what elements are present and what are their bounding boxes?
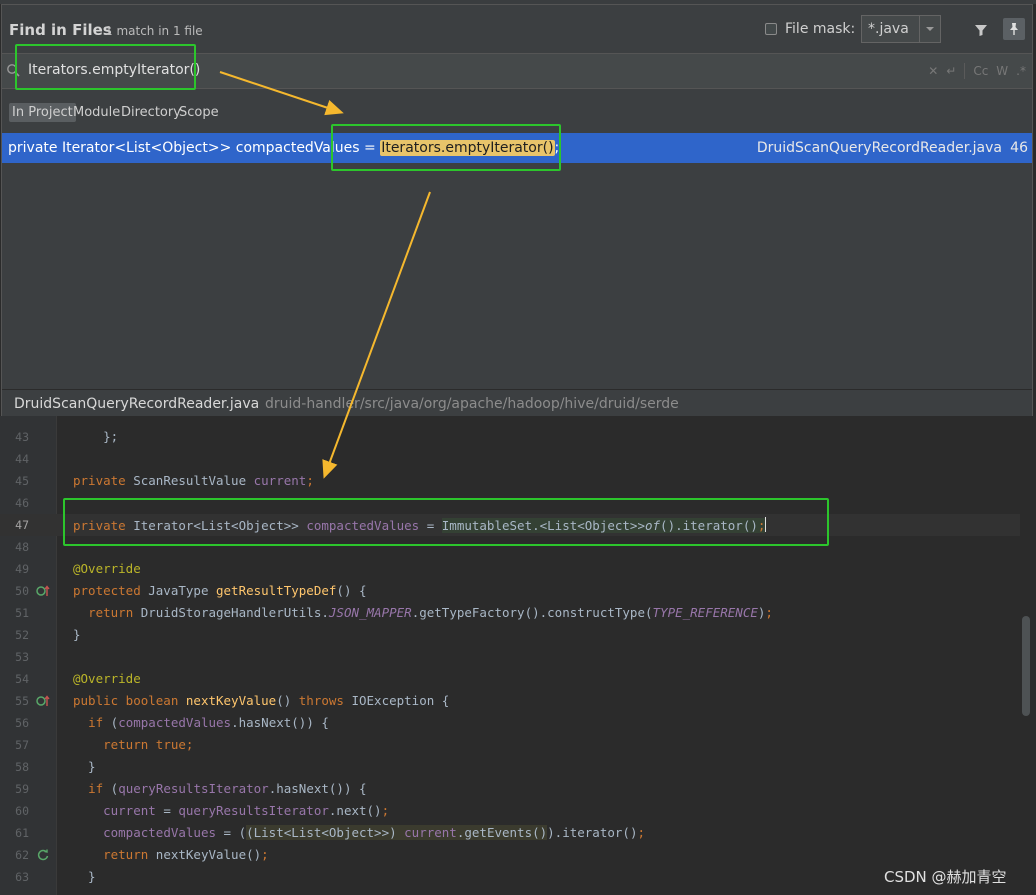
result-prefix: private Iterator<List<Object>> compacted… [8,140,381,156]
line-number: 56 [15,716,29,730]
line-number: 60 [15,804,29,818]
preview-file-path: druid-handler/src/java/org/apache/hadoop… [265,396,679,412]
result-file: DruidScanQueryRecordReader.java [756,140,1002,156]
file-mask-toggle[interactable]: File mask: [765,21,855,37]
code-text: } [73,627,81,642]
code-text: if (compactedValues.hasNext()) { [88,715,329,730]
search-options: ✕ ↵ Cc W .* [928,63,1026,79]
file-mask-value: *.java [868,21,909,37]
line-number: 44 [15,452,29,466]
line-number: 49 [15,562,29,576]
code-text: current = queryResultsIterator.next(); [103,803,390,818]
regex-toggle[interactable]: .* [1016,64,1026,78]
line-number: 63 [15,870,29,884]
line-number: 51 [15,606,29,620]
code-line: 44 [0,448,1020,470]
code-editor[interactable]: 43 }; 44 45 private ScanResultValue curr… [0,416,1036,895]
code-line: 49 @Override [0,558,1020,580]
pin-button[interactable] [1003,18,1025,40]
chevron-down-icon[interactable] [919,16,940,42]
editor-scrollbar[interactable] [1022,616,1030,716]
file-mask-combo[interactable]: *.java [861,15,941,43]
override-marker-icon[interactable] [36,584,50,598]
line-number: 62 [15,848,29,862]
code-line: 55 public boolean nextKeyValue() throws … [0,690,1020,712]
line-number: 46 [15,496,29,510]
code-line: 54 @Override [0,668,1020,690]
tab-directory[interactable]: Directory [118,103,184,122]
annotation-box-result [331,124,561,171]
filter-icon[interactable] [974,23,988,37]
line-number: 48 [15,540,29,554]
code-text: }; [73,429,119,444]
code-text: public boolean nextKeyValue() throws IOE… [73,693,450,708]
line-number: 58 [15,760,29,774]
tab-scope[interactable]: Scope [176,103,222,122]
code-line: 52 } [0,624,1020,646]
line-number: 47 [15,518,29,532]
match-count: 1 match in 1 file [105,24,203,38]
clear-icon[interactable]: ✕ [928,64,938,78]
code-line: 56 if (compactedValues.hasNext()) { [0,712,1020,734]
code-text: return nextKeyValue(); [103,847,269,862]
match-case-toggle[interactable]: Cc [973,64,988,78]
code-line: 61 compactedValues = ((List<List<Object>… [0,822,1020,844]
code-line: 62 return nextKeyValue(); [0,844,1020,866]
annotation-box-code [63,498,829,546]
file-mask-label: File mask: [785,21,856,37]
line-number: 59 [15,782,29,796]
tab-module[interactable]: Module [70,103,123,122]
words-toggle[interactable]: W [996,64,1008,78]
tab-in-project[interactable]: In Project [9,103,76,122]
line-number: 43 [15,430,29,444]
code-line: 60 current = queryResultsIterator.next()… [0,800,1020,822]
code-text: @Override [73,671,141,686]
code-text: protected JavaType getResultTypeDef() { [73,583,367,598]
file-mask-checkbox[interactable] [765,23,777,35]
divider [964,63,966,79]
override-marker-icon[interactable] [36,694,50,708]
code-line: 45 private ScanResultValue current; [0,470,1020,492]
code-text: compactedValues = ((List<List<Object>>) … [103,825,645,840]
annotation-box-search [15,44,196,90]
preview-file-name: DruidScanQueryRecordReader.java [14,396,260,412]
line-number: 57 [15,738,29,752]
code-line: 43 }; [0,426,1020,448]
dialog-title: Find in Files [9,21,112,39]
code-line: 53 [0,646,1020,668]
code-line: 63 } [0,866,1020,888]
line-number: 45 [15,474,29,488]
line-number: 52 [15,628,29,642]
code-text: } [73,869,96,884]
code-text: if (queryResultsIterator.hasNext()) { [88,781,367,796]
code-text: @Override [73,561,141,576]
recursion-icon [37,849,49,861]
code-line: 57 return true; [0,734,1020,756]
code-line: 59 if (queryResultsIterator.hasNext()) { [0,778,1020,800]
line-number: 61 [15,826,29,840]
watermark: CSDN @赫加青空 [884,868,1007,886]
line-number: 55 [15,694,29,708]
scope-tabs: In Project Module Directory Scope [2,101,1032,125]
preview-header: DruidScanQueryRecordReader.java druid-ha… [2,389,1032,417]
code-text: } [73,759,96,774]
code-text: return DruidStorageHandlerUtils.JSON_MAP… [88,605,773,620]
pin-icon [1010,23,1018,35]
code-line: 51 return DruidStorageHandlerUtils.JSON_… [0,602,1020,624]
code-text: private ScanResultValue current; [73,473,314,488]
code-text: return true; [103,737,194,752]
code-line: 50 protected JavaType getResultTypeDef()… [0,580,1020,602]
result-line-number: 46 [1010,140,1028,156]
line-number: 53 [15,650,29,664]
line-number: 50 [15,584,29,598]
code-line: 58 } [0,756,1020,778]
line-number: 54 [15,672,29,686]
newline-icon[interactable]: ↵ [946,64,956,78]
